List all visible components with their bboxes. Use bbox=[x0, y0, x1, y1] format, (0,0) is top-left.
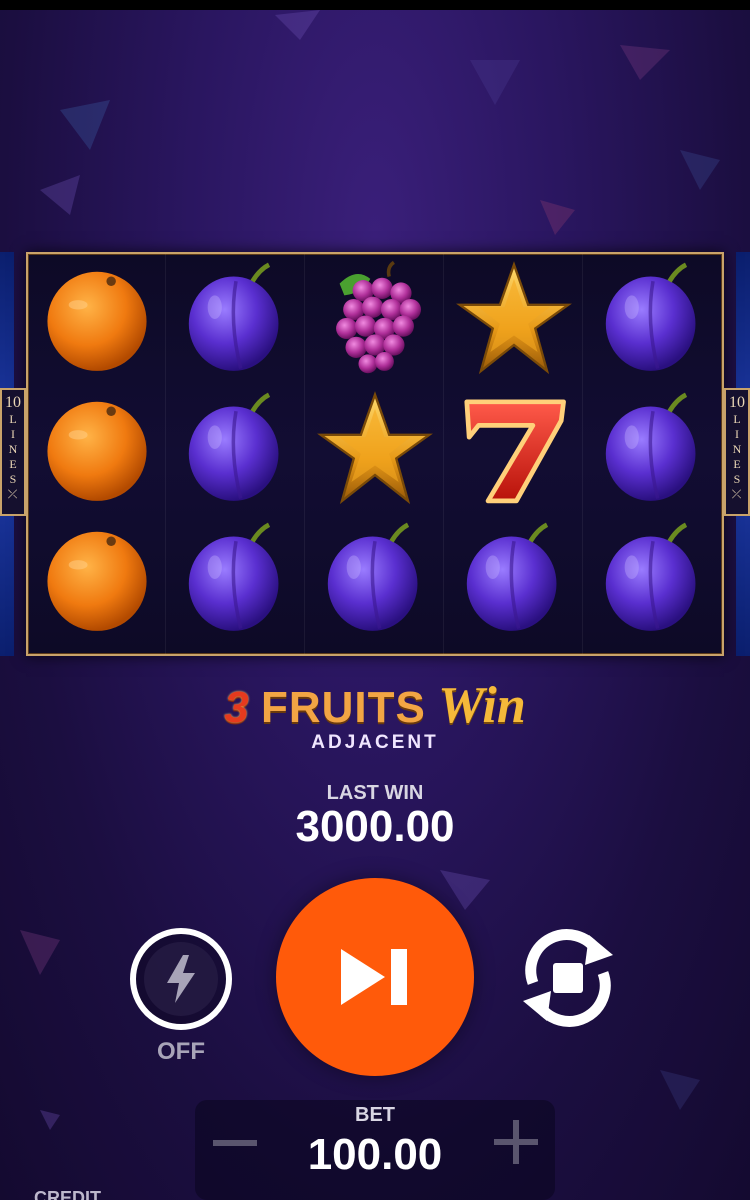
turbo-status: OFF bbox=[157, 1038, 205, 1065]
last-win-value: 3000.00 bbox=[295, 802, 455, 851]
bet-value: 100.00 bbox=[307, 1130, 443, 1179]
reel-3 bbox=[306, 254, 444, 654]
lines-icon: ⤫ bbox=[731, 487, 743, 501]
symbol-plum bbox=[584, 384, 722, 514]
credit-label: CREDIT bbox=[34, 1188, 101, 1200]
symbol-plum bbox=[167, 514, 305, 644]
symbol-plum bbox=[584, 514, 722, 644]
lines-icon: ⤫ bbox=[7, 487, 19, 501]
symbol-plum bbox=[167, 254, 305, 384]
lines-badge-left: 10 LINES ⤫ bbox=[0, 388, 26, 516]
reel-4 bbox=[445, 254, 583, 654]
symbol-plum bbox=[584, 254, 722, 384]
skip-play-icon bbox=[341, 949, 407, 1005]
game-logo: 3 FRUITS Win ADJACENT bbox=[0, 680, 750, 754]
logo-script: Win bbox=[438, 677, 526, 734]
slot-game: 10 LINES ⤫ 10 LINES ⤫ 3 FRUITS Win ADJAC… bbox=[0, 0, 750, 1200]
symbol-seven bbox=[445, 384, 583, 514]
symbol-plum bbox=[306, 514, 444, 644]
logo-subtitle: ADJACENT bbox=[311, 732, 439, 753]
symbol-star bbox=[445, 254, 583, 384]
reel-5 bbox=[584, 254, 722, 654]
reel-1 bbox=[28, 254, 166, 654]
autoplay-stop-icon bbox=[523, 929, 613, 1027]
symbol-star bbox=[306, 384, 444, 514]
reel-2 bbox=[167, 254, 305, 654]
turbo-inner bbox=[144, 942, 218, 1016]
symbol-plum bbox=[167, 384, 305, 514]
logo-word: FRUITS bbox=[260, 683, 426, 732]
symbol-plum bbox=[445, 514, 583, 644]
autoplay-button[interactable] bbox=[509, 925, 627, 1031]
symbol-grapes bbox=[306, 254, 444, 384]
symbol-orange bbox=[28, 254, 166, 384]
lightning-icon bbox=[167, 955, 195, 1003]
lines-badge-right: 10 LINES ⤫ bbox=[724, 388, 750, 516]
bet-label: BET bbox=[355, 1104, 395, 1126]
reel-area bbox=[26, 252, 724, 656]
symbol-orange bbox=[28, 514, 166, 644]
logo-number: 3 bbox=[224, 683, 249, 732]
lines-count: 10 bbox=[5, 394, 21, 411]
logo-title: 3 FRUITS Win bbox=[0, 680, 750, 734]
symbol-orange bbox=[28, 384, 166, 514]
lines-word: LINES bbox=[730, 412, 744, 487]
spin-button[interactable] bbox=[276, 878, 474, 1076]
lines-count: 10 bbox=[729, 394, 745, 411]
turbo-button[interactable] bbox=[130, 928, 232, 1030]
lines-word: LINES bbox=[6, 412, 20, 487]
